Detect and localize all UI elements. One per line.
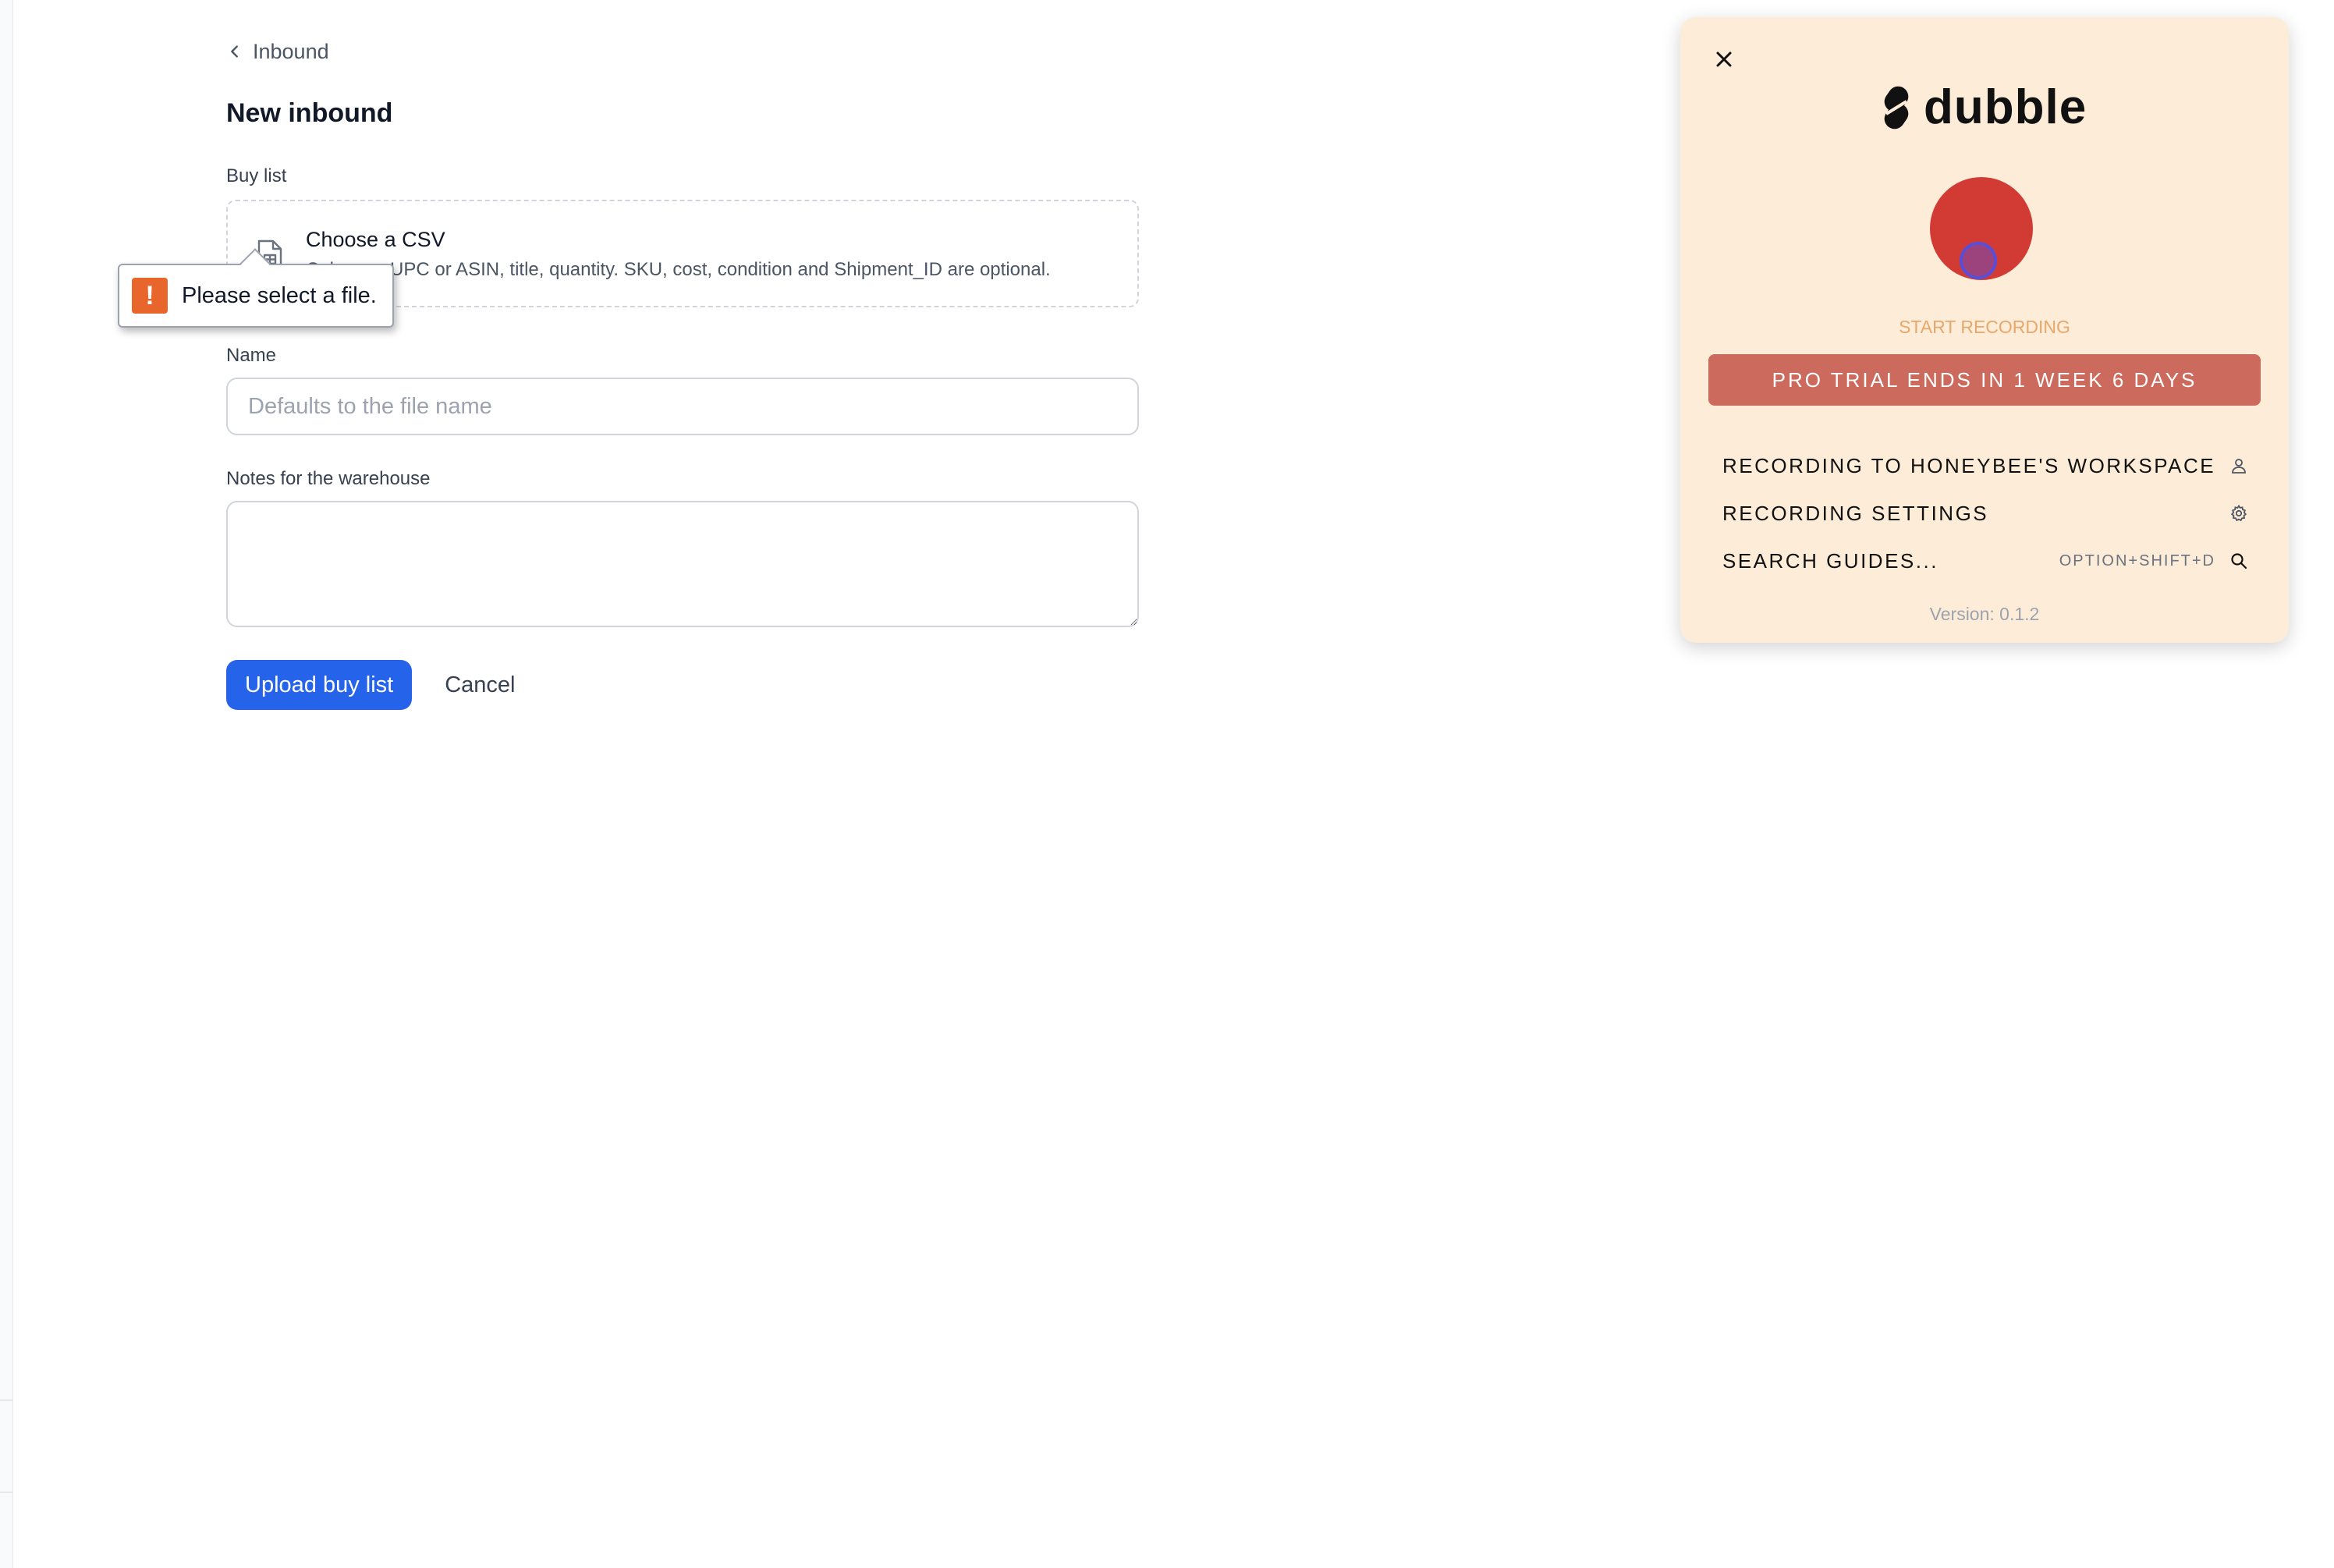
menu-item-workspace[interactable]: RECORDING TO HONEYBEE'S WORKSPACE [1722,449,2248,483]
user-icon [2232,459,2246,474]
warning-icon: ! [132,278,168,314]
dropzone-title: Choose a CSV [306,228,445,251]
start-recording-label: START RECORDING [1899,317,2070,337]
dubble-recorder-panel: dubble START RECORDING PRO TRIAL ENDS IN… [1680,17,2289,643]
pro-trial-banner[interactable]: PRO TRIAL ENDS IN 1 WEEK 6 DAYS [1708,354,2261,406]
sidebar-divider [0,1492,13,1493]
menu-item-label: RECORDING SETTINGS [1722,501,1989,525]
dubble-logo-icon [1884,86,1909,129]
gear-icon [2230,504,2247,522]
upload-buy-list-button[interactable]: Upload buy list [226,660,413,710]
breadcrumb-label: Inbound [253,39,329,63]
name-input[interactable] [226,378,1139,435]
menu-item-label: RECORDING TO HONEYBEE'S WORKSPACE [1722,453,2216,477]
breadcrumb-back-link[interactable]: Inbound [226,37,1139,66]
version-text: Version: 0.1.2 [1929,604,2040,624]
sidebar-strip [0,0,13,1568]
search-icon [2231,553,2247,569]
buy-list-label: Buy list [226,165,287,186]
dropzone-subtitle: Columns: UPC or ASIN, title, quantity. S… [306,259,1051,280]
keyboard-shortcut: OPTION+SHIFT+D [2059,552,2215,569]
logo-text: dubble [1924,80,2087,134]
menu-item-settings[interactable]: RECORDING SETTINGS [1722,496,2248,530]
page-title: New inbound [226,98,393,128]
mouse-cursor-indicator [1960,242,1997,279]
cancel-button[interactable]: Cancel [445,672,515,698]
new-inbound-form: Inbound New inbound Buy list Choose a CS… [226,37,1139,710]
validation-tooltip: ! Please select a file. [118,264,394,328]
chevron-left-icon [226,43,243,60]
name-label: Name [226,345,277,366]
close-icon[interactable] [1711,47,1736,72]
validation-message: Please select a file. [182,282,377,308]
notes-label: Notes for the warehouse [226,468,431,489]
sidebar-divider [0,1399,13,1401]
form-actions: Upload buy list Cancel [226,660,1139,710]
dubble-logo: dubble [1875,80,2087,135]
menu-item-label: SEARCH GUIDES... [1722,548,1938,573]
notes-textarea[interactable] [226,501,1139,627]
menu-item-search-guides[interactable]: SEARCH GUIDES... OPTION+SHIFT+D [1722,544,2248,578]
